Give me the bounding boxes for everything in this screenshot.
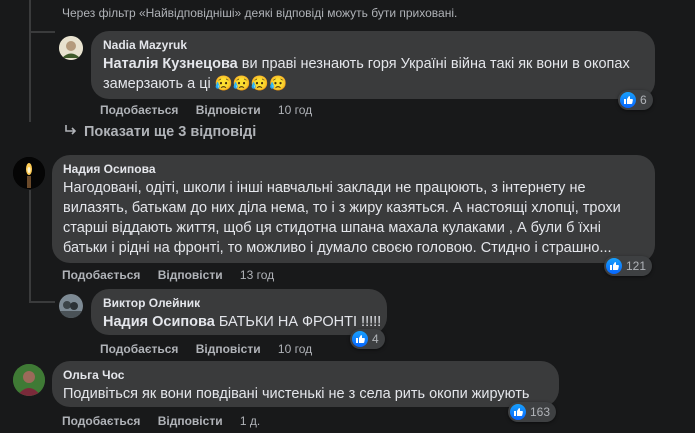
reply-button[interactable]: Відповісти	[196, 103, 261, 117]
reply-arrow-icon	[64, 124, 80, 140]
reaction-number: 6	[640, 93, 647, 107]
reaction-count[interactable]: 121	[604, 256, 653, 276]
avatar[interactable]	[13, 157, 45, 189]
like-icon	[606, 258, 622, 274]
show-more-replies[interactable]: Показати ще 3 відповіді	[64, 124, 256, 140]
like-button[interactable]: Подобається	[100, 342, 178, 356]
comment-bubble: Nadia Mazyruk Наталія Кузнецова ви праві…	[91, 31, 655, 99]
like-icon	[620, 92, 636, 108]
comment-mention[interactable]: Наталія Кузнецова	[103, 56, 238, 72]
reply-button[interactable]: Відповісти	[158, 268, 223, 282]
avatar[interactable]	[59, 294, 83, 318]
reaction-number: 121	[626, 259, 647, 273]
comment-body: Нагодовані, одіті, школи і інші навчальн…	[63, 180, 621, 256]
reply-button[interactable]: Відповісти	[158, 414, 223, 428]
comment-bubble: Ольга Чос Подивіться як вони повдівані ч…	[52, 361, 559, 407]
like-button[interactable]: Подобається	[100, 103, 178, 117]
reaction-number: 163	[530, 405, 551, 419]
comment-body: БАТЬКИ НА ФРОНТІ !!!!!	[218, 314, 382, 330]
like-button[interactable]: Подобається	[62, 268, 140, 282]
comment-mention[interactable]: Надия Осипова	[103, 314, 215, 330]
comment-text: Надия Осипова БАТЬКИ НА ФРОНТІ !!!!!	[103, 312, 381, 332]
comment-time[interactable]: 10 год	[278, 103, 312, 117]
comment-author[interactable]: Виктор Олейник	[103, 296, 375, 311]
avatar-photo-icon	[59, 36, 83, 60]
thread-line	[29, 0, 31, 122]
avatar-photo-icon	[13, 364, 45, 396]
avatar-photo-icon	[59, 294, 83, 318]
comment-body: Подивіться як вони повдівані чистенькі н…	[63, 386, 530, 402]
reaction-count[interactable]: 163	[508, 402, 557, 422]
comment-actions: Подобається Відповісти 13 год	[62, 268, 288, 282]
thread-branch	[29, 31, 55, 33]
avatar[interactable]	[59, 36, 83, 60]
comment-time[interactable]: 1 д.	[240, 414, 260, 428]
reply-button[interactable]: Відповісти	[196, 342, 261, 356]
thread-branch-reply	[29, 301, 55, 303]
avatar[interactable]	[13, 364, 45, 396]
comment-actions: Подобається Відповісти 1 д.	[62, 414, 274, 428]
like-button[interactable]: Подобається	[62, 414, 140, 428]
comment-bubble: Виктор Олейник Надия Осипова БАТЬКИ НА Ф…	[91, 289, 387, 335]
comment-bubble: Надия Осипова Нагодовані, одіті, школи і…	[52, 155, 655, 263]
reaction-number: 4	[372, 332, 379, 346]
comment-time[interactable]: 10 год	[278, 342, 312, 356]
like-icon	[510, 404, 526, 420]
filter-note: Через фільтр «Найвідповідніші» деякі від…	[62, 6, 458, 20]
comment-author[interactable]: Nadia Mazyruk	[103, 38, 643, 53]
comment-time[interactable]: 13 год	[240, 268, 274, 282]
comment-author[interactable]: Надия Осипова	[63, 162, 643, 177]
comment-author[interactable]: Ольга Чос	[63, 368, 547, 383]
candle-icon	[13, 157, 45, 189]
show-more-label: Показати ще 3 відповіді	[84, 124, 257, 140]
reaction-count[interactable]: 4	[350, 329, 385, 349]
like-icon	[352, 331, 368, 347]
reaction-count[interactable]: 6	[618, 90, 653, 110]
comment-actions: Подобається Відповісти 10 год	[100, 342, 326, 356]
comment-text: Наталія Кузнецова ви праві незнають горя…	[103, 54, 643, 94]
thread-line-reply	[29, 190, 31, 302]
comment-actions: Подобається Відповісти 10 год	[100, 103, 326, 117]
